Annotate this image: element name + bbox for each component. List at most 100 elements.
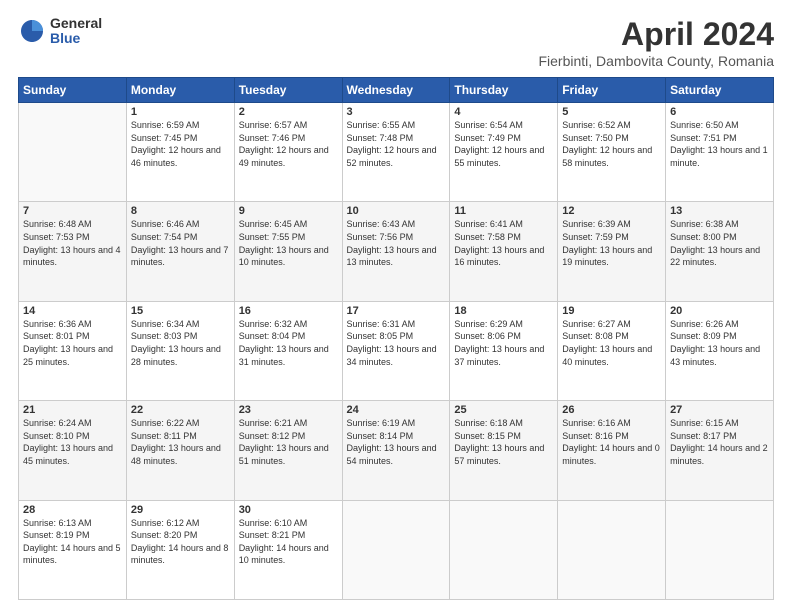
day-of-week-header: Friday (558, 78, 666, 103)
day-number: 26 (562, 404, 661, 416)
calendar-day-cell: 9Sunrise: 6:45 AM Sunset: 7:55 PM Daylig… (234, 202, 342, 301)
day-number: 5 (562, 106, 661, 118)
logo-text: General Blue (50, 16, 102, 47)
day-number: 1 (131, 106, 230, 118)
empty-cell (342, 500, 450, 599)
header: General Blue April 2024 Fierbinti, Dambo… (18, 16, 774, 69)
day-number: 11 (454, 205, 553, 217)
calendar-day-cell: 19Sunrise: 6:27 AM Sunset: 8:08 PM Dayli… (558, 301, 666, 400)
calendar-day-cell: 7Sunrise: 6:48 AM Sunset: 7:53 PM Daylig… (19, 202, 127, 301)
calendar-day-cell: 21Sunrise: 6:24 AM Sunset: 8:10 PM Dayli… (19, 401, 127, 500)
day-number: 9 (239, 205, 338, 217)
day-info: Sunrise: 6:15 AM Sunset: 8:17 PM Dayligh… (670, 417, 769, 467)
day-number: 20 (670, 305, 769, 317)
day-info: Sunrise: 6:18 AM Sunset: 8:15 PM Dayligh… (454, 417, 553, 467)
day-number: 12 (562, 205, 661, 217)
day-number: 8 (131, 205, 230, 217)
day-number: 19 (562, 305, 661, 317)
logo-general-label: General (50, 16, 102, 31)
day-info: Sunrise: 6:36 AM Sunset: 8:01 PM Dayligh… (23, 318, 122, 368)
calendar-day-cell: 30Sunrise: 6:10 AM Sunset: 8:21 PM Dayli… (234, 500, 342, 599)
empty-cell (450, 500, 558, 599)
day-info: Sunrise: 6:27 AM Sunset: 8:08 PM Dayligh… (562, 318, 661, 368)
day-info: Sunrise: 6:43 AM Sunset: 7:56 PM Dayligh… (347, 218, 446, 268)
day-of-week-header: Wednesday (342, 78, 450, 103)
day-number: 15 (131, 305, 230, 317)
day-of-week-header: Sunday (19, 78, 127, 103)
day-number: 13 (670, 205, 769, 217)
calendar-day-cell: 14Sunrise: 6:36 AM Sunset: 8:01 PM Dayli… (19, 301, 127, 400)
day-info: Sunrise: 6:19 AM Sunset: 8:14 PM Dayligh… (347, 417, 446, 467)
day-of-week-header: Tuesday (234, 78, 342, 103)
calendar-day-cell: 5Sunrise: 6:52 AM Sunset: 7:50 PM Daylig… (558, 103, 666, 202)
day-number: 4 (454, 106, 553, 118)
day-number: 10 (347, 205, 446, 217)
day-info: Sunrise: 6:41 AM Sunset: 7:58 PM Dayligh… (454, 218, 553, 268)
day-info: Sunrise: 6:26 AM Sunset: 8:09 PM Dayligh… (670, 318, 769, 368)
calendar-day-cell: 23Sunrise: 6:21 AM Sunset: 8:12 PM Dayli… (234, 401, 342, 500)
day-number: 28 (23, 504, 122, 516)
header-row: SundayMondayTuesdayWednesdayThursdayFrid… (19, 78, 774, 103)
calendar-title: April 2024 (538, 16, 774, 53)
calendar-day-cell: 18Sunrise: 6:29 AM Sunset: 8:06 PM Dayli… (450, 301, 558, 400)
day-info: Sunrise: 6:24 AM Sunset: 8:10 PM Dayligh… (23, 417, 122, 467)
calendar-day-cell: 11Sunrise: 6:41 AM Sunset: 7:58 PM Dayli… (450, 202, 558, 301)
day-info: Sunrise: 6:57 AM Sunset: 7:46 PM Dayligh… (239, 119, 338, 169)
calendar-day-cell: 17Sunrise: 6:31 AM Sunset: 8:05 PM Dayli… (342, 301, 450, 400)
day-info: Sunrise: 6:38 AM Sunset: 8:00 PM Dayligh… (670, 218, 769, 268)
day-of-week-header: Monday (126, 78, 234, 103)
calendar-week-row: 21Sunrise: 6:24 AM Sunset: 8:10 PM Dayli… (19, 401, 774, 500)
calendar-day-cell: 29Sunrise: 6:12 AM Sunset: 8:20 PM Dayli… (126, 500, 234, 599)
day-info: Sunrise: 6:45 AM Sunset: 7:55 PM Dayligh… (239, 218, 338, 268)
calendar-day-cell: 28Sunrise: 6:13 AM Sunset: 8:19 PM Dayli… (19, 500, 127, 599)
calendar-subtitle: Fierbinti, Dambovita County, Romania (538, 53, 774, 69)
day-number: 16 (239, 305, 338, 317)
calendar-day-cell: 26Sunrise: 6:16 AM Sunset: 8:16 PM Dayli… (558, 401, 666, 500)
day-info: Sunrise: 6:34 AM Sunset: 8:03 PM Dayligh… (131, 318, 230, 368)
day-number: 17 (347, 305, 446, 317)
calendar-day-cell: 25Sunrise: 6:18 AM Sunset: 8:15 PM Dayli… (450, 401, 558, 500)
calendar-day-cell: 13Sunrise: 6:38 AM Sunset: 8:00 PM Dayli… (666, 202, 774, 301)
day-number: 23 (239, 404, 338, 416)
day-number: 24 (347, 404, 446, 416)
day-info: Sunrise: 6:52 AM Sunset: 7:50 PM Dayligh… (562, 119, 661, 169)
empty-cell (666, 500, 774, 599)
day-number: 30 (239, 504, 338, 516)
calendar-day-cell: 10Sunrise: 6:43 AM Sunset: 7:56 PM Dayli… (342, 202, 450, 301)
day-number: 27 (670, 404, 769, 416)
day-info: Sunrise: 6:48 AM Sunset: 7:53 PM Dayligh… (23, 218, 122, 268)
day-number: 6 (670, 106, 769, 118)
day-info: Sunrise: 6:31 AM Sunset: 8:05 PM Dayligh… (347, 318, 446, 368)
empty-cell (558, 500, 666, 599)
day-number: 21 (23, 404, 122, 416)
day-number: 18 (454, 305, 553, 317)
day-info: Sunrise: 6:59 AM Sunset: 7:45 PM Dayligh… (131, 119, 230, 169)
day-info: Sunrise: 6:12 AM Sunset: 8:20 PM Dayligh… (131, 517, 230, 567)
day-info: Sunrise: 6:29 AM Sunset: 8:06 PM Dayligh… (454, 318, 553, 368)
day-info: Sunrise: 6:21 AM Sunset: 8:12 PM Dayligh… (239, 417, 338, 467)
calendar-week-row: 1Sunrise: 6:59 AM Sunset: 7:45 PM Daylig… (19, 103, 774, 202)
calendar-day-cell: 20Sunrise: 6:26 AM Sunset: 8:09 PM Dayli… (666, 301, 774, 400)
calendar-day-cell: 22Sunrise: 6:22 AM Sunset: 8:11 PM Dayli… (126, 401, 234, 500)
calendar-day-cell: 3Sunrise: 6:55 AM Sunset: 7:48 PM Daylig… (342, 103, 450, 202)
calendar-day-cell: 8Sunrise: 6:46 AM Sunset: 7:54 PM Daylig… (126, 202, 234, 301)
calendar-day-cell: 1Sunrise: 6:59 AM Sunset: 7:45 PM Daylig… (126, 103, 234, 202)
calendar-day-cell: 4Sunrise: 6:54 AM Sunset: 7:49 PM Daylig… (450, 103, 558, 202)
day-number: 2 (239, 106, 338, 118)
day-number: 14 (23, 305, 122, 317)
day-info: Sunrise: 6:46 AM Sunset: 7:54 PM Dayligh… (131, 218, 230, 268)
logo-blue-label: Blue (50, 31, 102, 46)
calendar-day-cell: 12Sunrise: 6:39 AM Sunset: 7:59 PM Dayli… (558, 202, 666, 301)
day-of-week-header: Saturday (666, 78, 774, 103)
calendar-day-cell: 15Sunrise: 6:34 AM Sunset: 8:03 PM Dayli… (126, 301, 234, 400)
day-number: 25 (454, 404, 553, 416)
calendar-week-row: 7Sunrise: 6:48 AM Sunset: 7:53 PM Daylig… (19, 202, 774, 301)
page: General Blue April 2024 Fierbinti, Dambo… (0, 0, 792, 612)
day-info: Sunrise: 6:55 AM Sunset: 7:48 PM Dayligh… (347, 119, 446, 169)
title-block: April 2024 Fierbinti, Dambovita County, … (538, 16, 774, 69)
day-number: 22 (131, 404, 230, 416)
calendar-day-cell: 27Sunrise: 6:15 AM Sunset: 8:17 PM Dayli… (666, 401, 774, 500)
day-info: Sunrise: 6:13 AM Sunset: 8:19 PM Dayligh… (23, 517, 122, 567)
day-info: Sunrise: 6:32 AM Sunset: 8:04 PM Dayligh… (239, 318, 338, 368)
logo-icon (18, 17, 46, 45)
